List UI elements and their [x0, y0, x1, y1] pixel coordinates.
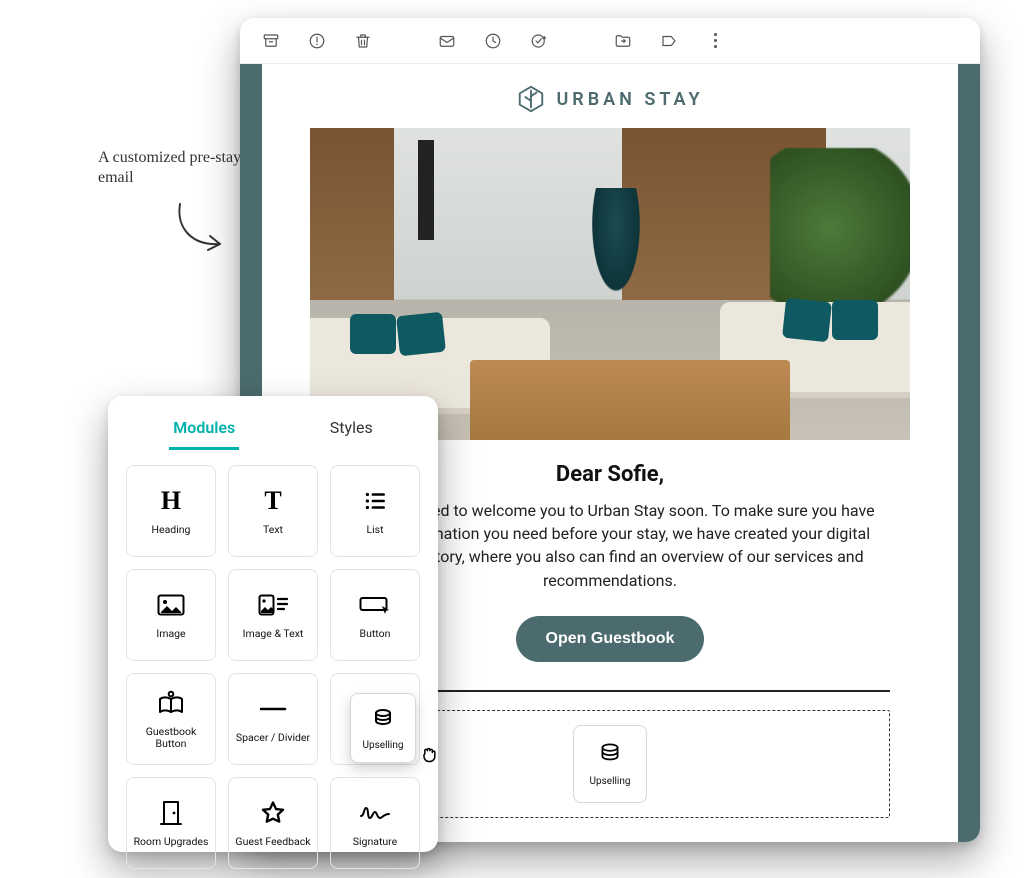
add-task-icon[interactable] [530, 32, 548, 50]
more-icon[interactable] [706, 32, 724, 50]
brand: URBAN STAY [516, 84, 703, 114]
signature-icon [359, 798, 391, 828]
module-guestbook-button[interactable]: Guestbook Button [126, 673, 216, 765]
module-image-text[interactable]: Image & Text [228, 569, 318, 661]
dropzone-module-label: Upselling [590, 776, 631, 787]
module-label: Image [156, 628, 185, 640]
open-guestbook-button[interactable]: Open Guestbook [516, 616, 705, 662]
module-text[interactable]: T Text [228, 465, 318, 557]
module-signature[interactable]: Signature [330, 777, 420, 869]
module-room-upgrades[interactable]: Room Upgrades [126, 777, 216, 869]
modules-panel: Modules Styles H Heading T Text List Ima… [108, 396, 438, 852]
star-icon [259, 798, 287, 828]
label-icon[interactable] [660, 32, 678, 50]
module-label: Guest Feedback [235, 836, 310, 848]
brand-name: URBAN STAY [556, 89, 703, 110]
module-list[interactable]: List [330, 465, 420, 557]
module-guest-feedback[interactable]: Guest Feedback [228, 777, 318, 869]
module-label: Room Upgrades [134, 836, 209, 848]
move-to-icon[interactable] [614, 32, 632, 50]
modules-grid: H Heading T Text List Image Image & Text… [126, 465, 420, 869]
coins-icon [371, 706, 395, 734]
book-icon [157, 688, 185, 718]
tab-styles[interactable]: Styles [326, 412, 377, 450]
dragging-module-upselling[interactable]: Upselling [350, 693, 416, 763]
snooze-icon[interactable] [484, 32, 502, 50]
module-label: Signature [353, 836, 397, 848]
module-label: Image & Text [243, 628, 304, 640]
module-button[interactable]: Button [330, 569, 420, 661]
module-label: Button [360, 628, 391, 640]
module-label: Spacer / Divider [236, 732, 310, 744]
spam-icon[interactable] [308, 32, 326, 50]
text-icon: T [264, 486, 281, 516]
trash-icon[interactable] [354, 32, 372, 50]
grab-cursor-icon [419, 744, 439, 769]
hero-image [310, 128, 910, 440]
tab-modules[interactable]: Modules [169, 412, 239, 450]
dropzone-module-upselling[interactable]: Upselling [573, 725, 647, 803]
module-heading[interactable]: H Heading [126, 465, 216, 557]
module-label: List [366, 524, 383, 536]
coins-icon [597, 740, 623, 770]
mark-unread-icon[interactable] [438, 32, 456, 50]
image-icon [157, 590, 185, 620]
module-label: Guestbook Button [132, 726, 210, 750]
dragging-module-label: Upselling [363, 740, 404, 751]
brand-logo-icon [516, 84, 546, 114]
door-icon [159, 798, 183, 828]
button-icon [359, 590, 391, 620]
module-label: Text [263, 524, 283, 536]
module-label: Heading [152, 524, 191, 536]
email-greeting: Dear Sofie, [556, 462, 664, 487]
module-spacer-divider[interactable]: Spacer / Divider [228, 673, 318, 765]
panel-tabs: Modules Styles [126, 412, 420, 451]
image-text-icon [258, 590, 288, 620]
annotation-arrow-icon [170, 198, 240, 258]
module-image[interactable]: Image [126, 569, 216, 661]
email-stripe-right [958, 64, 980, 842]
divider-icon [259, 694, 287, 724]
annotation-caption: A customized pre-stay email [98, 148, 258, 188]
archive-icon[interactable] [262, 32, 280, 50]
list-icon [362, 486, 388, 516]
heading-icon: H [161, 486, 181, 516]
email-toolbar [240, 18, 980, 64]
